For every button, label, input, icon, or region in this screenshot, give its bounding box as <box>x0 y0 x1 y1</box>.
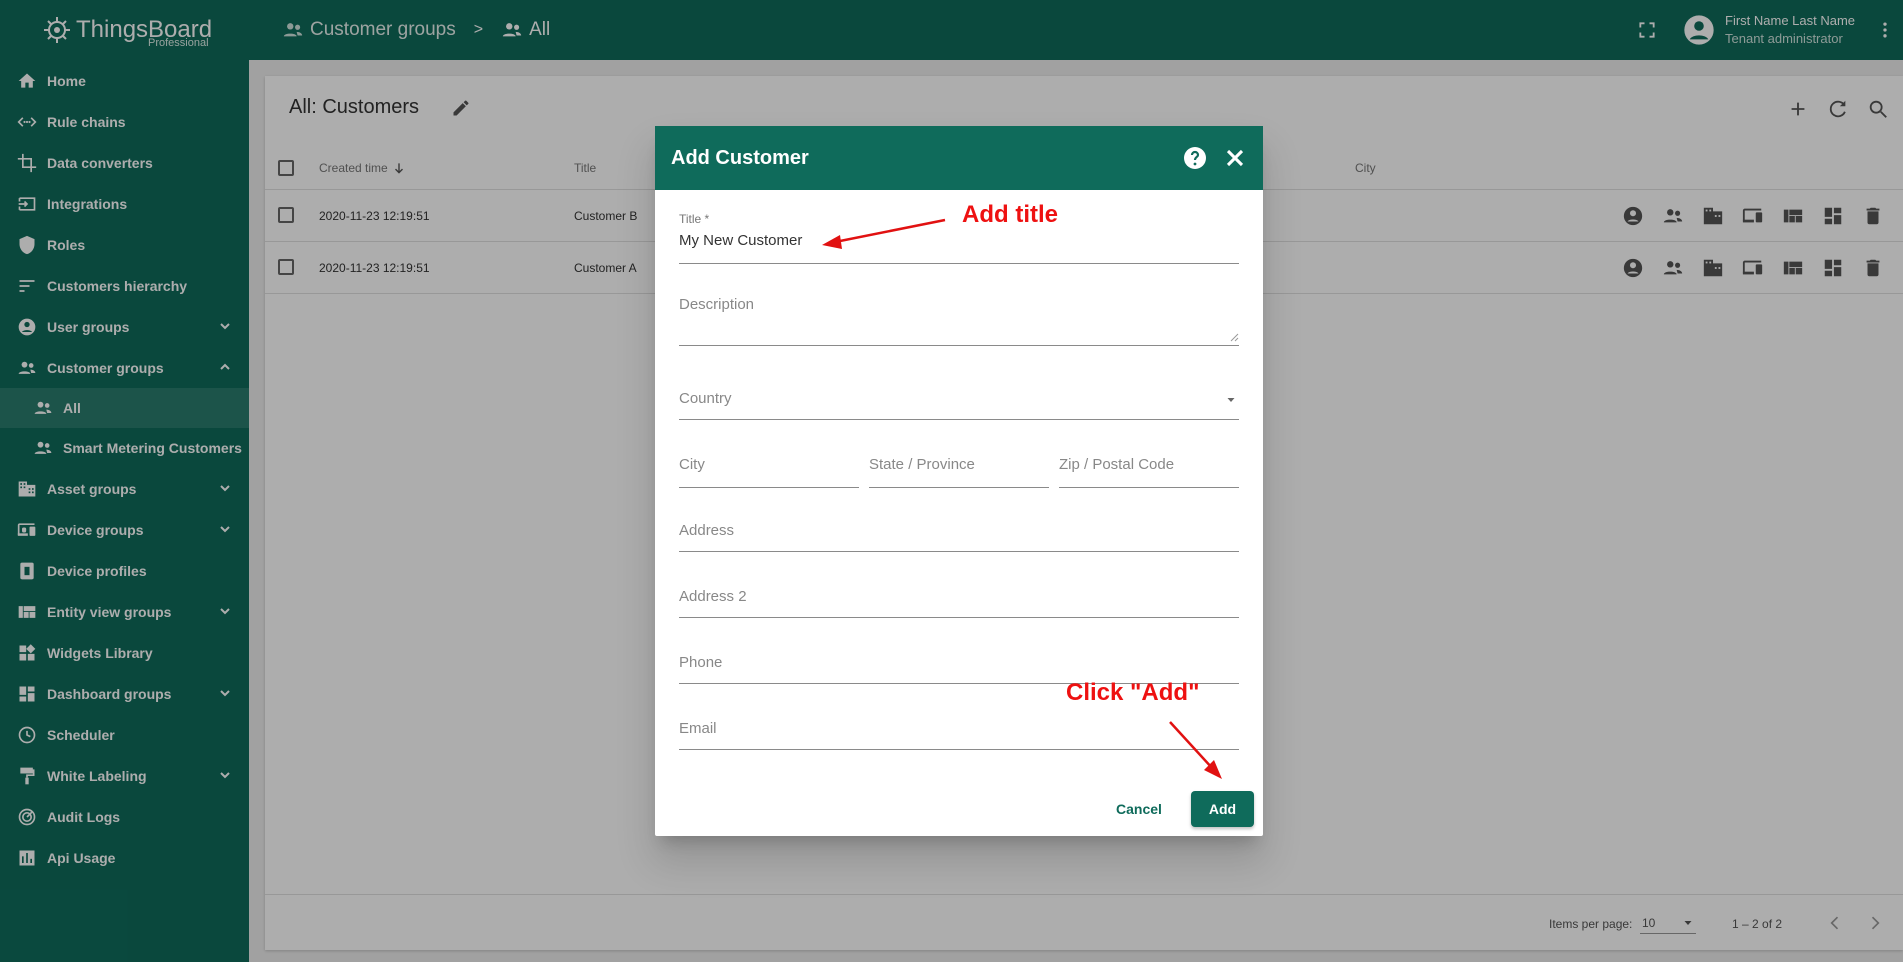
state-field[interactable]: State / Province <box>869 452 1049 488</box>
zip-field[interactable]: Zip / Postal Code <box>1059 452 1239 488</box>
email-input[interactable]: Email <box>679 720 717 737</box>
address2-input[interactable]: Address 2 <box>679 588 747 605</box>
annotation-add-title: Add title <box>962 201 1058 228</box>
dialog-header: Add Customer <box>655 126 1263 190</box>
dialog-title: Add Customer <box>671 146 809 169</box>
country-select[interactable]: Country <box>679 384 1239 420</box>
annotation-click-add: Click "Add" <box>1066 679 1200 706</box>
help-icon[interactable] <box>1183 146 1207 170</box>
title-label: Title * <box>679 212 710 226</box>
title-field[interactable]: Title * My New Customer <box>679 212 1239 264</box>
zip-input[interactable]: Zip / Postal Code <box>1059 456 1174 473</box>
title-input[interactable]: My New Customer <box>679 232 802 249</box>
state-input[interactable]: State / Province <box>869 456 975 473</box>
description-input[interactable]: Description <box>679 296 754 313</box>
address-input[interactable]: Address <box>679 522 734 539</box>
city-input[interactable]: City <box>679 456 705 473</box>
close-icon[interactable] <box>1221 144 1249 172</box>
add-customer-dialog: Add Customer Title * My New Customer Des… <box>655 126 1263 836</box>
add-button[interactable]: Add <box>1191 791 1254 827</box>
address-field[interactable]: Address <box>679 516 1239 552</box>
phone-input[interactable]: Phone <box>679 654 722 671</box>
description-field[interactable]: Description <box>679 296 1239 346</box>
city-field[interactable]: City <box>679 452 859 488</box>
address2-field[interactable]: Address 2 <box>679 582 1239 618</box>
dropdown-arrow-icon <box>1227 398 1235 402</box>
email-field[interactable]: Email <box>679 714 1239 750</box>
country-input[interactable]: Country <box>679 390 732 407</box>
resize-handle-icon[interactable] <box>1229 332 1239 342</box>
cancel-button[interactable]: Cancel <box>1110 791 1168 827</box>
